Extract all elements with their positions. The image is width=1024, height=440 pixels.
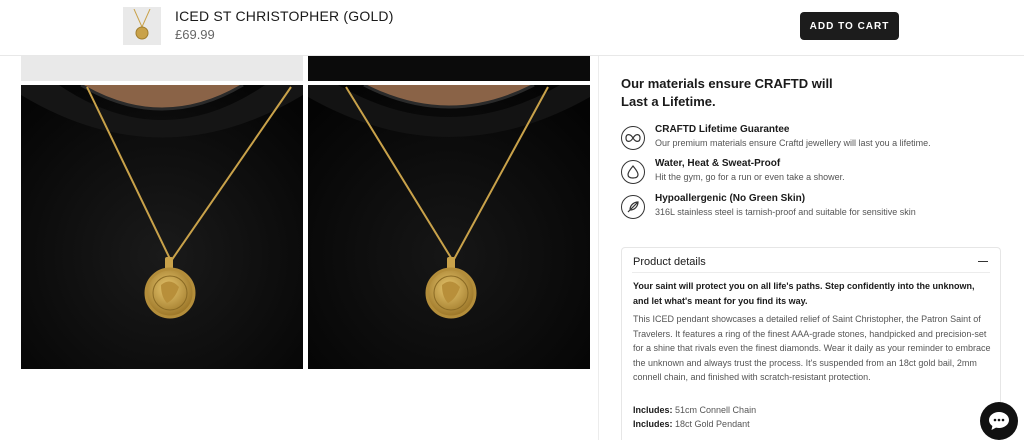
- feature-lifetime-guarantee: CRAFTD Lifetime Guarantee Our premium ma…: [621, 124, 1001, 154]
- sticky-product-bar: ICED ST CHRISTOPHER (GOLD) £69.99 ADD TO…: [0, 0, 1024, 56]
- materials-heading: Our materials ensure CRAFTD will Last a …: [621, 75, 833, 111]
- includes-pendant: Includes: 18ct Gold Pendant: [633, 419, 750, 429]
- materials-heading-line1: Our materials ensure CRAFTD will: [621, 76, 833, 91]
- feature-water-proof: Water, Heat & Sweat-Proof Hit the gym, g…: [621, 158, 1001, 188]
- product-details-heading[interactable]: Product details: [633, 256, 706, 268]
- feature-title: CRAFTD Lifetime Guarantee: [655, 124, 790, 135]
- product-price: £69.99: [175, 27, 215, 42]
- feature-description: 316L stainless steel is tarnish-proof an…: [655, 207, 916, 217]
- feather-icon: [621, 195, 645, 219]
- gallery-image-model-right[interactable]: [308, 85, 590, 369]
- includes-chain: Includes: 51cm Connell Chain: [633, 405, 756, 415]
- chat-bubble-icon: [989, 412, 1009, 430]
- lifetime-guarantee-icon: [621, 126, 645, 150]
- gallery-image-partial-right[interactable]: [308, 56, 590, 81]
- gallery-image-partial-left[interactable]: [21, 56, 303, 81]
- product-details-body: This ICED pendant showcases a detailed r…: [633, 314, 991, 382]
- includes-label: Includes:: [633, 419, 673, 429]
- includes-label: Includes:: [633, 405, 673, 415]
- includes-value: 51cm Connell Chain: [675, 405, 757, 415]
- feature-title: Water, Heat & Sweat-Proof: [655, 158, 781, 169]
- details-divider: [632, 272, 990, 273]
- feature-hypoallergenic: Hypoallergenic (No Green Skin) 316L stai…: [621, 193, 1001, 223]
- feature-description: Our premium materials ensure Craftd jewe…: [655, 138, 931, 148]
- materials-heading-line2: Last a Lifetime.: [621, 94, 716, 109]
- add-to-cart-button[interactable]: ADD TO CART: [800, 12, 899, 40]
- product-thumbnail[interactable]: [123, 7, 161, 45]
- product-details-lead: Your saint will protect you on all life'…: [633, 281, 975, 306]
- product-details-accordion: Product details Your saint will protect …: [621, 247, 1001, 440]
- feature-description: Hit the gym, go for a run or even take a…: [655, 172, 845, 182]
- collapse-minus-icon[interactable]: [976, 254, 990, 268]
- includes-value: 18ct Gold Pendant: [675, 419, 750, 429]
- chat-launcher-button[interactable]: [980, 402, 1018, 440]
- column-divider: [598, 56, 599, 440]
- product-title: ICED ST CHRISTOPHER (GOLD): [175, 8, 394, 24]
- feature-title: Hypoallergenic (No Green Skin): [655, 193, 806, 204]
- gallery-image-model-left[interactable]: [21, 85, 303, 369]
- water-drop-icon: [621, 160, 645, 184]
- pendant-thumbnail-image: [133, 9, 151, 40]
